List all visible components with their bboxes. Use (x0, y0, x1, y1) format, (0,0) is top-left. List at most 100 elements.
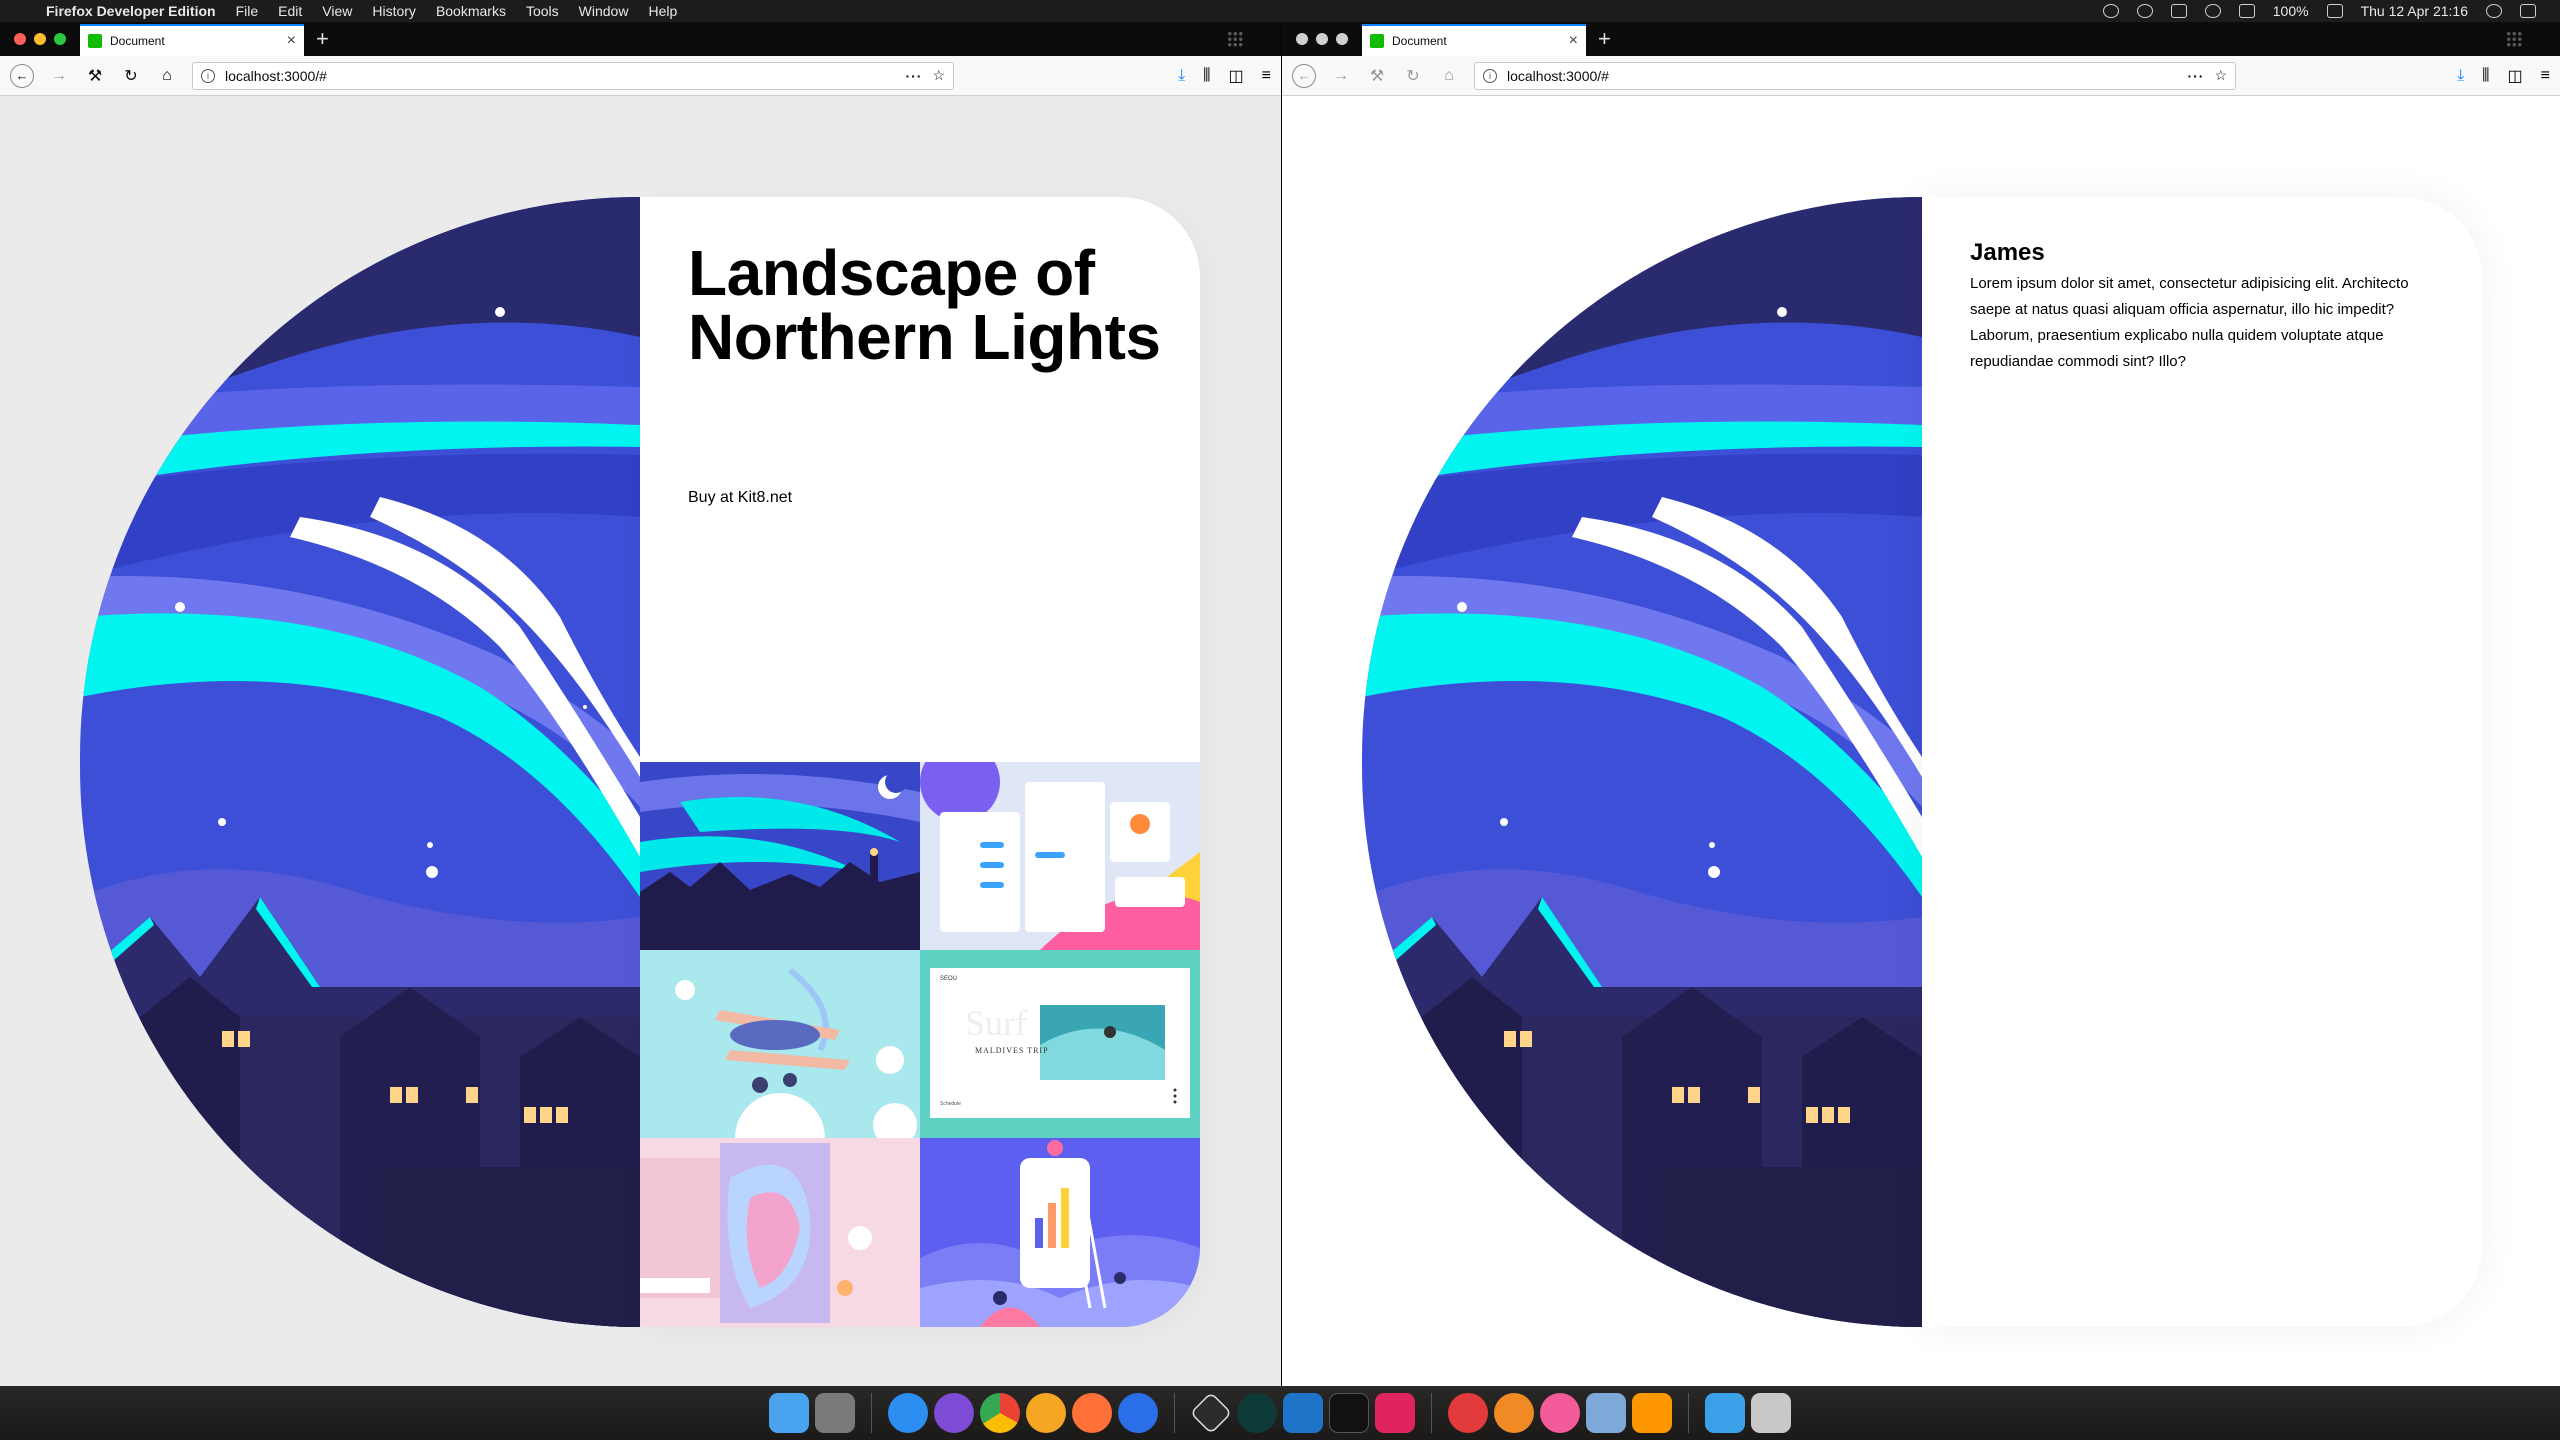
downloads-folder-icon[interactable] (1705, 1393, 1745, 1433)
firefox-icon[interactable] (1072, 1393, 1112, 1433)
thumb-northern-lights-village[interactable] (640, 762, 920, 950)
new-tab-button[interactable]: + (304, 28, 341, 56)
chrome-icon[interactable] (980, 1393, 1020, 1433)
gitkraken-icon[interactable] (1237, 1393, 1277, 1433)
window-grid-icon[interactable] (2506, 31, 2522, 47)
sourcetree-icon[interactable] (1189, 1391, 1233, 1435)
thumb-surf-website[interactable]: SEOU Surf MALDIVES TRIP Schedule (920, 950, 1200, 1138)
url-bar[interactable]: i localhost:3000/# ··· ☆ (192, 61, 954, 90)
tab-document[interactable]: Document × (1362, 24, 1586, 56)
tor-browser-icon[interactable] (934, 1393, 974, 1433)
preview-icon[interactable] (1586, 1393, 1626, 1433)
thumb-abstract-3d-poster[interactable] (640, 1138, 920, 1327)
safari-icon[interactable] (888, 1393, 928, 1433)
tab-strip: Document × + (1282, 22, 2560, 56)
terminal-icon[interactable] (1329, 1393, 1369, 1433)
wifi-icon[interactable] (2204, 4, 2221, 18)
time-machine-icon[interactable] (2136, 4, 2153, 18)
home-button[interactable]: ⌂ (156, 65, 178, 87)
reload-button[interactable]: ↻ (120, 65, 142, 87)
minimize-window-button[interactable] (1316, 33, 1328, 45)
menu-bookmarks[interactable]: Bookmarks (426, 3, 516, 19)
zoom-window-button[interactable] (54, 33, 66, 45)
finder-icon[interactable] (769, 1393, 809, 1433)
devtools-wrench-icon[interactable]: ⚒ (1366, 65, 1388, 87)
window-controls (1282, 33, 1362, 56)
minimize-window-button[interactable] (34, 33, 46, 45)
reload-button[interactable]: ↻ (1402, 65, 1424, 87)
menu-view[interactable]: View (312, 3, 362, 19)
url-text[interactable]: localhost:3000/# (1507, 68, 2177, 84)
forward-button[interactable]: → (1330, 65, 1352, 87)
thumb-biplane[interactable] (640, 950, 920, 1138)
slack-icon[interactable] (1375, 1393, 1415, 1433)
forward-button[interactable]: → (48, 65, 70, 87)
page-actions-icon[interactable]: ··· (905, 68, 922, 84)
thumb-app-ui-dashboard[interactable] (920, 762, 1200, 950)
window-grid-icon[interactable] (1227, 31, 1243, 47)
chrome-canary-icon[interactable] (1026, 1393, 1066, 1433)
trash-icon[interactable] (1751, 1393, 1791, 1433)
battery-icon[interactable] (2326, 4, 2343, 18)
tab-document[interactable]: Document × (80, 24, 304, 56)
dock-separator (1174, 1393, 1175, 1433)
menu-window[interactable]: Window (569, 3, 639, 19)
bluetooth-icon[interactable] (2170, 4, 2187, 18)
landscape-card: Landscape of Northern Lights Buy at Kit8… (80, 197, 1200, 1327)
url-bar[interactable]: i localhost:3000/# ··· ☆ (1474, 61, 2236, 90)
navigation-toolbar: ← → ⚒ ↻ ⌂ i localhost:3000/# ··· ☆ ⤓ ⫼ ◫… (0, 56, 1281, 96)
creative-cloud-icon[interactable] (2102, 4, 2119, 18)
vscode-icon[interactable] (1283, 1393, 1323, 1433)
zoom-window-button[interactable] (1336, 33, 1348, 45)
airplay-icon[interactable] (2238, 4, 2255, 18)
close-tab-icon[interactable]: × (1569, 32, 1578, 50)
tab-strip: Document × + (0, 22, 1281, 56)
library-icon[interactable]: ⫼ (2482, 67, 2489, 85)
menu-edit[interactable]: Edit (268, 3, 312, 19)
firefox-developer-icon[interactable] (1118, 1393, 1158, 1433)
menu-file[interactable]: File (226, 3, 269, 19)
sidebar-icon[interactable]: ◫ (1229, 66, 1244, 86)
battery-percent[interactable]: 100% (2273, 3, 2309, 19)
page-viewport: Landscape of Northern Lights Buy at Kit8… (0, 96, 1281, 1386)
page-actions-icon[interactable]: ··· (2187, 68, 2204, 84)
menubar-clock[interactable]: Thu 12 Apr 21:16 (2361, 3, 2468, 19)
notification-center-icon[interactable] (2520, 4, 2536, 18)
menu-help[interactable]: Help (638, 3, 687, 19)
site-info-icon[interactable]: i (201, 68, 215, 83)
buy-link[interactable]: Buy at Kit8.net (688, 489, 792, 507)
new-tab-button[interactable]: + (1586, 28, 1623, 56)
menu-tools[interactable]: Tools (516, 3, 569, 19)
close-window-button[interactable] (14, 33, 26, 45)
profile-name: James (1970, 239, 2045, 266)
bookmark-star-icon[interactable]: ☆ (932, 67, 945, 84)
thumb-growth-chart-illustration[interactable] (920, 1138, 1200, 1327)
tab-title: Document (110, 34, 165, 48)
downloads-icon[interactable]: ⤓ (1178, 67, 1185, 85)
browser-window-left: Document × + ← → ⚒ ↻ ⌂ i localhost:3000/… (0, 22, 1281, 1386)
hamburger-menu-icon[interactable]: ≡ (1262, 67, 1271, 85)
library-icon[interactable]: ⫼ (1203, 67, 1210, 85)
site-info-icon[interactable]: i (1483, 68, 1497, 83)
sublime-icon[interactable] (1632, 1393, 1672, 1433)
back-button[interactable]: ← (1292, 63, 1316, 88)
northern-lights-illustration (80, 197, 640, 1327)
devtools-wrench-icon[interactable]: ⚒ (84, 65, 106, 87)
sidebar-icon[interactable]: ◫ (2508, 66, 2523, 86)
itunes-icon[interactable] (1540, 1393, 1580, 1433)
url-text[interactable]: localhost:3000/# (225, 68, 895, 84)
hamburger-menu-icon[interactable]: ≡ (2541, 67, 2550, 85)
close-window-button[interactable] (1296, 33, 1308, 45)
sketch-icon[interactable] (1448, 1393, 1488, 1433)
downloads-icon[interactable]: ⤓ (2457, 67, 2464, 85)
menu-app-name[interactable]: Firefox Developer Edition (40, 3, 226, 19)
bookmark-star-icon[interactable]: ☆ (2214, 67, 2227, 84)
books-icon[interactable] (1494, 1393, 1534, 1433)
back-button[interactable]: ← (10, 63, 34, 88)
spotlight-icon[interactable] (2486, 4, 2502, 18)
home-button[interactable]: ⌂ (1438, 65, 1460, 87)
tab-title: Document (1392, 34, 1447, 48)
close-tab-icon[interactable]: × (287, 32, 296, 50)
system-preferences-icon[interactable] (815, 1393, 855, 1433)
menu-history[interactable]: History (362, 3, 426, 19)
